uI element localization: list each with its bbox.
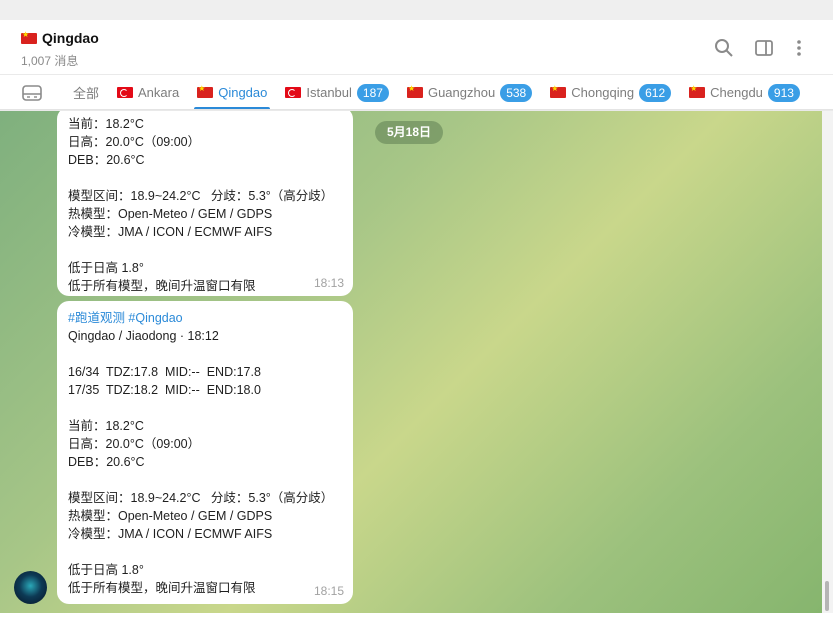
composer-bar[interactable] bbox=[0, 613, 833, 630]
turkey-flag-icon bbox=[285, 87, 302, 98]
folders-menu-icon[interactable] bbox=[22, 84, 42, 102]
message-line: 当前：18.2°C bbox=[68, 117, 144, 131]
message-line: 冷模型：JMA / ICON / ECMWF AIFS bbox=[68, 527, 273, 541]
china-flag-icon bbox=[550, 84, 567, 98]
turkey-flag-icon bbox=[117, 87, 134, 98]
chat-scrollbar[interactable] bbox=[822, 111, 833, 613]
message-line: 当前：18.2°C bbox=[68, 419, 144, 433]
message-line: 冷模型：JMA / ICON / ECMWF AIFS bbox=[68, 225, 273, 239]
message-line bbox=[68, 241, 342, 259]
tab-chengdu[interactable]: Chengdu 913 bbox=[680, 75, 809, 109]
message-line: 低于所有模型，晚间升温窗口有限 bbox=[68, 581, 256, 595]
message-time: 18:15 bbox=[313, 584, 344, 598]
message-bubble[interactable]: #跑道观测 #Qingdao Qingdao / Jiaodong · 18:1… bbox=[57, 301, 353, 604]
tab-istanbul[interactable]: Istanbul 187 bbox=[276, 75, 398, 109]
message-line bbox=[68, 471, 342, 489]
message-line: 17/35 TDZ:18.2 MID:-- END:18.0 bbox=[68, 383, 261, 397]
message-line: DEB：20.6°C bbox=[68, 455, 145, 469]
tab-label: Ankara bbox=[138, 85, 180, 100]
tab-label: Guangzhou bbox=[427, 85, 496, 100]
china-flag-icon bbox=[21, 30, 37, 44]
folder-tabs: 全部 Ankara Qingdao Istanbul 187 Guangzhou 538 Ch… bbox=[0, 75, 833, 110]
tab-all[interactable]: 全部 bbox=[64, 75, 108, 109]
unread-badge: 913 bbox=[767, 83, 800, 102]
scrollbar-thumb[interactable] bbox=[825, 581, 829, 611]
tab-label: Qingdao bbox=[218, 85, 268, 100]
message-line: Qingdao / Jiaodong · 18:12 bbox=[68, 329, 219, 343]
tab-ankara[interactable]: Ankara bbox=[108, 75, 188, 109]
unread-badge: 538 bbox=[500, 83, 533, 102]
message-line bbox=[68, 543, 342, 561]
message-text: 当前：18.2°C 日高：20.0°C（09:00） DEB：20.6°C 模型区间：… bbox=[68, 115, 342, 295]
avatar[interactable] bbox=[14, 571, 47, 604]
message-line bbox=[68, 169, 342, 187]
message-line: 低于日高 1.8° bbox=[68, 261, 144, 275]
message-bubble[interactable]: 当前：18.2°C 日高：20.0°C（09:00） DEB：20.6°C 模型区间：… bbox=[57, 111, 353, 296]
tab-label: 全部 bbox=[73, 86, 100, 101]
message-line: 热模型：Open-Meteo / GEM / GDPS bbox=[68, 509, 273, 523]
china-flag-icon bbox=[197, 84, 214, 98]
china-flag-icon bbox=[689, 84, 706, 98]
message-line: 模型区间：18.9~24.2°C 分歧：5.3°（高分歧） bbox=[68, 491, 334, 505]
search-icon[interactable] bbox=[714, 38, 734, 58]
message-line: 热模型：Open-Meteo / GEM / GDPS bbox=[68, 207, 273, 221]
message-line: 日高：20.0°C（09:00） bbox=[68, 135, 201, 149]
chat-header[interactable]: Qingdao 1,007 消息 bbox=[0, 20, 833, 75]
message-count: 1,007 消息 bbox=[21, 54, 79, 68]
message-line: DEB：20.6°C bbox=[68, 153, 145, 167]
message-line bbox=[68, 345, 342, 363]
unread-badge: 612 bbox=[639, 83, 672, 102]
tab-chongqing[interactable]: Chongqing 612 bbox=[541, 75, 680, 109]
unread-badge: 187 bbox=[356, 83, 389, 102]
message-line: 低于日高 1.8° bbox=[68, 563, 144, 577]
chat-title-row: Qingdao bbox=[21, 30, 99, 46]
tab-label: Chengdu bbox=[710, 85, 763, 100]
message-line: 日高：20.0°C（09:00） bbox=[68, 437, 201, 451]
message-time: 18:13 bbox=[313, 276, 344, 290]
tab-qingdao[interactable]: Qingdao bbox=[188, 75, 276, 109]
window-top-strip bbox=[0, 0, 833, 20]
china-flag-icon bbox=[406, 84, 423, 98]
message-text: Qingdao / Jiaodong · 18:12 16/34 TDZ:17.8… bbox=[68, 327, 342, 597]
tab-guangzhou[interactable]: Guangzhou 538 bbox=[398, 75, 541, 109]
message-hashtags[interactable]: #跑道观测 #Qingdao bbox=[68, 309, 342, 327]
chat-title: Qingdao bbox=[42, 30, 99, 46]
message-line: 低于所有模型，晚间升温窗口有限 bbox=[68, 279, 256, 293]
more-vertical-icon[interactable] bbox=[789, 38, 809, 58]
date-pill: 5月18日 bbox=[375, 121, 444, 144]
message-line bbox=[68, 399, 342, 417]
sidebar-toggle-icon[interactable] bbox=[754, 38, 774, 58]
tab-list: 全部 Ankara Qingdao Istanbul 187 Guangzhou 538 Ch… bbox=[64, 75, 809, 109]
message-line: 模型区间：18.9~24.2°C 分歧：5.3°（高分歧） bbox=[68, 189, 334, 203]
message-line: 16/34 TDZ:17.8 MID:-- END:17.8 bbox=[68, 365, 261, 379]
chat-area[interactable]: 5月18日 当前：18.2°C 日高：20.0°C（09:00） DEB：20.6°… bbox=[0, 111, 822, 613]
tab-label: Chongqing bbox=[571, 85, 635, 100]
tab-label: Istanbul bbox=[306, 85, 352, 100]
